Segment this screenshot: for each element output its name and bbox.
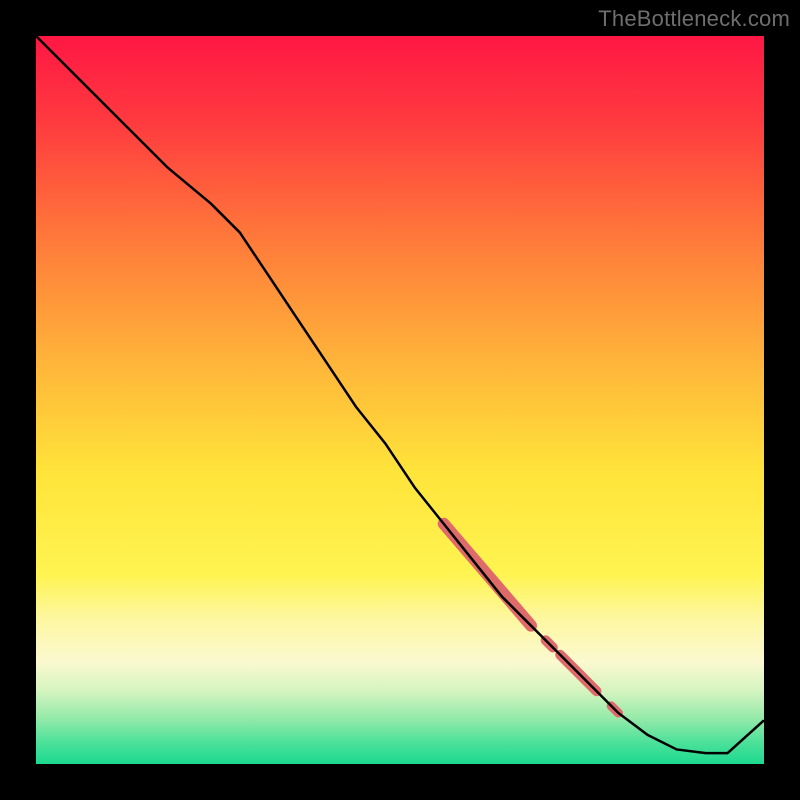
chart-frame: TheBottleneck.com (0, 0, 800, 800)
watermark-text: TheBottleneck.com (598, 6, 790, 32)
chart-canvas (36, 36, 764, 764)
